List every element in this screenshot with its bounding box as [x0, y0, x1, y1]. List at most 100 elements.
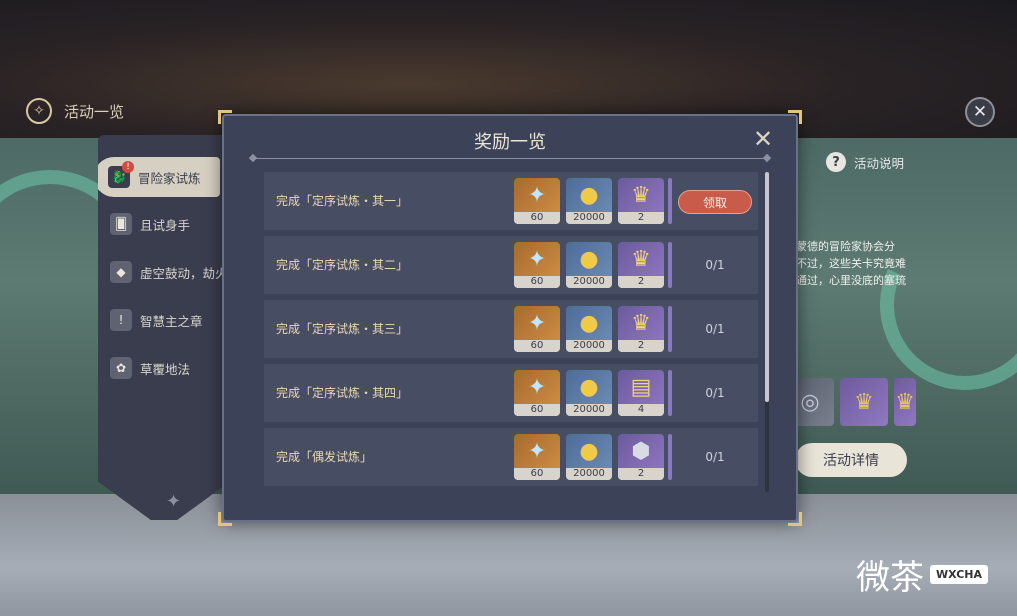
- sidebar-item-grass-method[interactable]: ✿ 草覆地法: [110, 357, 190, 379]
- reward-count: 60: [514, 340, 560, 352]
- sidebar-item-label: 且试身手: [140, 217, 191, 233]
- description-line: 通过，心里没底的塞琉: [796, 274, 906, 287]
- question-icon: ?: [826, 152, 846, 172]
- mora-reward[interactable]: ● 20000: [566, 242, 612, 288]
- sidebar-item-label: 智慧主之章: [140, 313, 203, 329]
- reward-row: 完成「偶发试炼」 ✦ 60 ● 20000 ⬢ 2 0/1: [264, 428, 758, 486]
- reward-overflow-edge: [668, 242, 672, 288]
- reward-list-scrollbar[interactable]: [765, 172, 769, 492]
- activity-list-title: 活动一览: [64, 102, 125, 121]
- sidebar-item-label: 虚空鼓动，劫火: [140, 265, 228, 281]
- reward-count: 60: [514, 468, 560, 480]
- description-line: 蒙德的冒险家协会分: [796, 240, 895, 253]
- reward-count: 2: [618, 212, 664, 224]
- ore-icon: ⬢: [631, 438, 651, 464]
- progress-count: 0/1: [705, 322, 725, 336]
- mora-reward[interactable]: ● 20000: [566, 370, 612, 416]
- close-button[interactable]: ✕: [965, 97, 995, 127]
- crown-material-reward[interactable]: ♛ 2: [618, 242, 664, 288]
- event-description: 蒙德的冒险家协会分 不过，这些关卡究竟难 通过，心里没底的塞琉: [796, 238, 914, 289]
- book-reward[interactable]: ▤ 4: [618, 370, 664, 416]
- reward-count: 2: [618, 276, 664, 288]
- primogem-reward[interactable]: ✦ 60: [514, 242, 560, 288]
- watermark: 微茶 WXCHA: [856, 550, 989, 599]
- primogem-icon: ✦: [527, 374, 547, 400]
- crown-material-reward[interactable]: ♛ 2: [618, 306, 664, 352]
- modal-corner-ornament: [788, 110, 802, 124]
- primogem-reward[interactable]: ✦ 60: [514, 434, 560, 480]
- reward-preview-crown-icon[interactable]: ♛: [840, 378, 888, 426]
- sidebar-item-wisdom-chapter[interactable]: ! 智慧主之章: [110, 309, 203, 331]
- reward-preview-crown-icon[interactable]: ♛: [894, 378, 916, 426]
- claim-button[interactable]: 领取: [678, 190, 752, 214]
- reward-row: 完成「定序试炼・其三」 ✦ 60 ● 20000 ♛ 2 0/1: [264, 300, 758, 358]
- reward-overflow-edge: [668, 434, 672, 480]
- card-icon: 🂠: [110, 213, 132, 235]
- mora-coin-icon: ●: [579, 182, 599, 208]
- reward-overflow-edge: [668, 178, 672, 224]
- mora-coin-icon: ●: [579, 246, 599, 272]
- primogem-icon: ✦: [527, 310, 547, 336]
- reward-count: 2: [618, 468, 664, 480]
- activity-header: ✧ 活动一览: [26, 98, 124, 124]
- ore-reward[interactable]: ⬢ 2: [618, 434, 664, 480]
- sidebar-item-try-skill[interactable]: 🂠 且试身手: [110, 213, 190, 235]
- mora-reward[interactable]: ● 20000: [566, 434, 612, 480]
- notification-badge: !: [122, 161, 134, 173]
- reward-row: 完成「定序试炼・其一」 ✦ 60 ● 20000 ♛ 2 领取: [264, 172, 758, 230]
- reward-count: 60: [514, 276, 560, 288]
- reward-row: 完成「定序试炼・其四」 ✦ 60 ● 20000 ▤ 4 0/1: [264, 364, 758, 422]
- modal-close-icon[interactable]: ✕: [750, 125, 776, 153]
- reward-row: 完成「定序试炼・其二」 ✦ 60 ● 20000 ♛ 2 0/1: [264, 236, 758, 294]
- event-sidebar: 🐉 ! 冒险家试炼 🂠 且试身手 ◆ 虚空鼓动，劫火 ! 智慧主之章 ✿ 草覆地…: [98, 135, 230, 520]
- primogem-reward[interactable]: ✦ 60: [514, 306, 560, 352]
- watermark-text: 微茶: [856, 558, 924, 598]
- crown-material-icon: ♛: [631, 246, 651, 272]
- event-details-button[interactable]: 活动详情: [795, 443, 907, 477]
- crown-material-icon: ♛: [631, 182, 651, 208]
- reward-overflow-edge: [668, 370, 672, 416]
- progress-count: 0/1: [705, 450, 725, 464]
- progress-count: 0/1: [705, 386, 725, 400]
- description-line: 不过，这些关卡究竟难: [796, 257, 906, 270]
- task-label: 完成「定序试炼・其四」: [276, 386, 409, 400]
- reward-overflow-edge: [668, 306, 672, 352]
- task-label: 完成「定序试炼・其三」: [276, 322, 409, 336]
- primogem-icon: ✦: [527, 438, 547, 464]
- reward-count: 20000: [566, 276, 612, 288]
- reward-count: 2: [618, 340, 664, 352]
- scrollbar-thumb[interactable]: [765, 172, 769, 402]
- reward-count: 20000: [566, 404, 612, 416]
- primogem-reward[interactable]: ✦ 60: [514, 370, 560, 416]
- mora-coin-icon: ●: [579, 374, 599, 400]
- star-ornament-icon: ✦: [166, 491, 182, 512]
- mora-coin-icon: ●: [579, 310, 599, 336]
- reward-count: 60: [514, 212, 560, 224]
- crown-material-reward[interactable]: ♛ 2: [618, 178, 664, 224]
- task-label: 完成「定序试炼・其二」: [276, 258, 409, 272]
- task-label: 完成「偶发试炼」: [276, 450, 373, 464]
- mora-reward[interactable]: ● 20000: [566, 306, 612, 352]
- sidebar-item-adventurer-trial[interactable]: 🐉 ! 冒险家试炼: [98, 157, 220, 197]
- primogem-reward[interactable]: ✦ 60: [514, 178, 560, 224]
- crown-material-icon: ♛: [631, 310, 651, 336]
- primogem-icon: ✦: [527, 182, 547, 208]
- reward-count: 20000: [566, 468, 612, 480]
- event-help-button[interactable]: ? 活动说明: [826, 152, 904, 172]
- sidebar-item-label: 草覆地法: [140, 361, 191, 377]
- mora-reward[interactable]: ● 20000: [566, 178, 612, 224]
- close-icon: ✕: [972, 102, 988, 122]
- compass-icon: ✧: [26, 98, 52, 124]
- mora-coin-icon: ●: [579, 438, 599, 464]
- modal-corner-ornament: [218, 110, 232, 124]
- reward-overview-modal: 奖励一览 ✕ 完成「定序试炼・其一」 ✦ 60 ● 20000 ♛ 2 领取 完成「定…: [222, 114, 798, 522]
- flower-icon: ✿: [110, 357, 132, 379]
- reward-count: 60: [514, 404, 560, 416]
- primogem-icon: ✦: [527, 246, 547, 272]
- modal-title: 奖励一览: [474, 132, 546, 153]
- reward-list[interactable]: 完成「定序试炼・其一」 ✦ 60 ● 20000 ♛ 2 领取 完成「定序试炼・其二」…: [264, 172, 758, 504]
- sidebar-item-void-drum[interactable]: ◆ 虚空鼓动，劫火: [110, 261, 228, 283]
- exclamation-icon: !: [110, 309, 132, 331]
- sidebar-item-label: 冒险家试炼: [138, 170, 201, 186]
- book-icon: ▤: [630, 374, 652, 400]
